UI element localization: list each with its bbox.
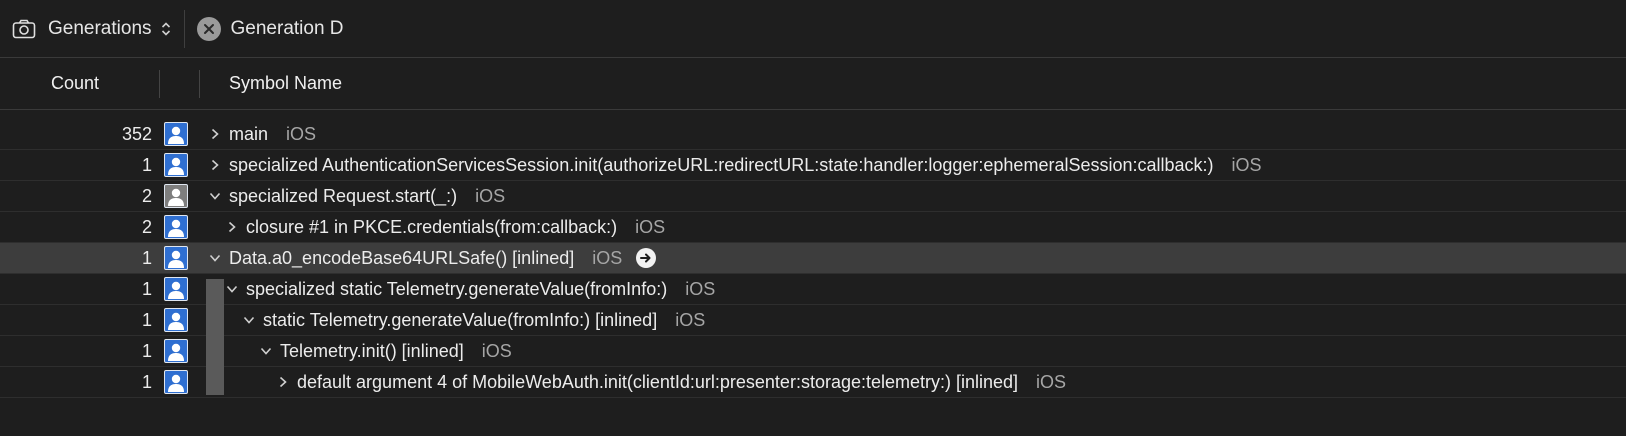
symbol-name: closure #1 in PKCE.credentials(from:call… xyxy=(246,216,618,237)
user-gray-icon xyxy=(164,184,188,208)
generations-label: Generations xyxy=(48,17,152,39)
platform-label: iOS xyxy=(592,247,623,268)
row-count: 1 xyxy=(141,247,152,268)
generation-tab[interactable]: Generation D xyxy=(231,18,344,40)
symbol-name: Telemetry.init() [inlined] xyxy=(280,340,464,361)
platform-label: iOS xyxy=(635,216,666,237)
chevron-right-icon[interactable] xyxy=(277,376,289,388)
user-icon xyxy=(164,339,188,363)
table-row[interactable]: 1 Data.a0_encodeBase64URLSafe() [inlined]… xyxy=(0,243,1626,274)
chevron-down-icon[interactable] xyxy=(209,190,221,202)
user-icon xyxy=(164,277,188,301)
symbol-cell: specialized static Telemetry.generateVal… xyxy=(226,279,715,300)
column-header-count[interactable]: Count xyxy=(51,73,99,94)
user-icon xyxy=(164,308,188,332)
platform-label: iOS xyxy=(685,278,716,299)
row-count: 1 xyxy=(141,340,152,361)
chevron-right-icon[interactable] xyxy=(209,159,221,171)
platform-label: iOS xyxy=(1231,154,1262,175)
platform-label: iOS xyxy=(475,185,506,206)
symbol-name: specialized static Telemetry.generateVal… xyxy=(246,278,668,299)
row-count: 2 xyxy=(141,185,152,206)
platform-label: iOS xyxy=(675,309,706,330)
call-depth-indicator xyxy=(206,279,224,395)
symbol-cell: static Telemetry.generateValue(fromInfo:… xyxy=(243,310,705,331)
row-count: 352 xyxy=(121,123,152,144)
chevron-down-icon[interactable] xyxy=(260,345,272,357)
go-to-source-arrow-icon[interactable] xyxy=(636,248,657,268)
column-header: Count Symbol Name xyxy=(0,58,1626,110)
close-generation-button[interactable] xyxy=(196,16,221,41)
platform-label: iOS xyxy=(481,340,512,361)
table-row[interactable]: 2 specialized Request.start(_:) iOS xyxy=(0,181,1626,212)
column-header-symbol-name[interactable]: Symbol Name xyxy=(229,73,342,94)
toolbar: Generations Generation D xyxy=(0,0,1626,58)
symbol-name: default argument 4 of MobileWebAuth.init… xyxy=(297,371,1019,392)
user-icon xyxy=(164,215,188,239)
symbol-cell: Telemetry.init() [inlined] iOS xyxy=(260,341,512,362)
chevron-right-icon[interactable] xyxy=(226,221,238,233)
camera-icon xyxy=(12,19,36,38)
symbol-cell: specialized Request.start(_:) iOS xyxy=(209,186,505,207)
column-separator[interactable] xyxy=(159,70,160,98)
chevron-down-icon[interactable] xyxy=(226,283,238,295)
symbol-cell: closure #1 in PKCE.credentials(from:call… xyxy=(226,217,665,238)
user-icon xyxy=(164,246,188,270)
column-separator[interactable] xyxy=(199,70,200,98)
symbol-cell: Data.a0_encodeBase64URLSafe() [inlined] i… xyxy=(209,247,657,269)
symbol-name: static Telemetry.generateValue(fromInfo:… xyxy=(263,309,658,330)
user-icon xyxy=(164,153,188,177)
symbol-name: specialized AuthenticationServicesSessio… xyxy=(229,154,1214,175)
table-row[interactable]: 1 static Telemetry.generateValue(fromInfo… xyxy=(0,305,1626,336)
symbol-cell: default argument 4 of MobileWebAuth.init… xyxy=(277,372,1066,393)
table-row[interactable]: 1 Telemetry.init() [inlined] iOS xyxy=(0,336,1626,367)
row-count: 2 xyxy=(141,216,152,237)
table-row[interactable]: 2 closure #1 in PKCE.credentials(from:cal… xyxy=(0,212,1626,243)
row-count: 1 xyxy=(141,278,152,299)
user-icon xyxy=(164,122,188,146)
chevron-down-icon[interactable] xyxy=(209,252,221,264)
symbol-name: main xyxy=(229,123,269,144)
toolbar-divider xyxy=(183,9,185,48)
platform-label: iOS xyxy=(286,123,317,144)
chevron-right-icon[interactable] xyxy=(209,128,221,140)
symbol-cell: specialized AuthenticationServicesSessio… xyxy=(209,155,1262,176)
user-icon xyxy=(164,370,188,394)
table-row[interactable]: 1 default argument 4 of MobileWebAuth.ini… xyxy=(0,367,1626,398)
row-count: 1 xyxy=(141,154,152,175)
row-count: 1 xyxy=(141,309,152,330)
table-row[interactable]: 1 specialized static Telemetry.generateVa… xyxy=(0,274,1626,305)
symbol-name: specialized Request.start(_:) xyxy=(229,185,458,206)
close-icon xyxy=(203,23,214,34)
table-row[interactable]: 1 specialized AuthenticationServicesSessi… xyxy=(0,150,1626,181)
symbol-name: Data.a0_encodeBase64URLSafe() [inlined] xyxy=(229,247,575,268)
up-down-chevron-icon xyxy=(161,21,170,36)
platform-label: iOS xyxy=(1036,371,1067,392)
table-row[interactable]: 352 main iOS xyxy=(0,119,1626,150)
generations-selector[interactable]: Generations xyxy=(0,0,172,57)
symbol-cell: main iOS xyxy=(209,124,316,145)
chevron-down-icon[interactable] xyxy=(243,314,255,326)
call-tree: 352 main iOS 1 specialized AuthenticationSer… xyxy=(0,110,1626,398)
row-count: 1 xyxy=(141,371,152,392)
